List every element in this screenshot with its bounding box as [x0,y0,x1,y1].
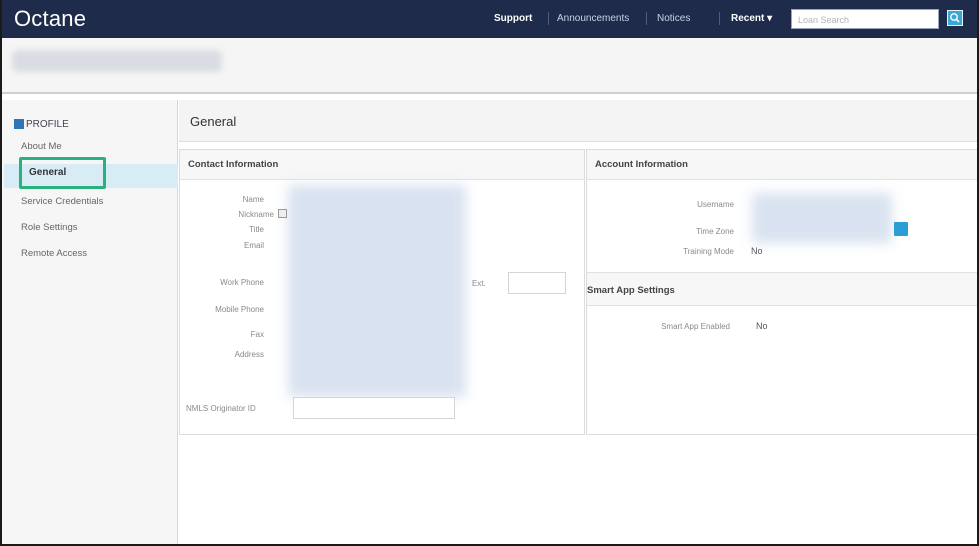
name-label: Name [242,195,264,204]
nav-divider [646,12,647,25]
smart-app-settings-header: Smart App Settings [587,272,977,306]
nav-divider [548,12,549,25]
search-button[interactable] [947,10,963,26]
panel-header: Contact Information [180,150,584,180]
contact-information-title: Contact Information [188,159,279,170]
notices-link[interactable]: Notices [657,13,690,24]
loan-search-input[interactable] [792,11,938,29]
email-label: Email [243,241,264,250]
redacted-account-values [752,193,892,243]
smart-app-enabled-label: Smart App Enabled [661,322,730,331]
app-window: Octane Support Announcements Notices Rec… [0,0,979,546]
redacted-user-banner [12,50,222,72]
profile-section-heading[interactable]: PROFILE [26,119,69,130]
ext-input[interactable] [509,273,565,293]
mobile-phone-label: Mobile Phone [215,305,264,314]
sidebar-item-about-me[interactable]: About Me [21,141,62,152]
nmls-originator-id-field[interactable] [293,397,455,419]
content-header [179,100,977,142]
app-logo[interactable]: Octane [14,6,86,32]
ext-label: Ext. [472,279,486,288]
title-label: Title [249,225,264,234]
sidebar-item-remote-access[interactable]: Remote Access [21,248,87,259]
redacted-contact-values [288,185,466,397]
sidebar-item-service-credentials[interactable]: Service Credentials [21,196,103,207]
panel-header: Account Information [587,150,977,180]
nmls-originator-id-input[interactable] [294,398,454,418]
username-label: Username [697,200,734,209]
smart-app-enabled-value: No [756,321,768,331]
page-title: General [190,114,237,129]
fax-label: Fax [250,330,264,339]
nickname-label: Nickname [238,210,274,219]
nav-divider [719,12,720,25]
work-phone-label: Work Phone [220,278,264,287]
support-link[interactable]: Support [494,13,532,24]
time-zone-label: Time Zone [696,227,734,236]
recent-dropdown[interactable]: Recent ▾ [731,13,772,24]
address-label: Address [234,350,264,359]
search-icon [950,13,960,23]
nickname-checkbox-icon[interactable] [278,209,287,218]
sidebar-item-role-settings[interactable]: Role Settings [21,222,78,233]
smart-app-settings-title: Smart App Settings [587,285,675,296]
training-mode-value: No [751,246,763,256]
top-navigation-bar: Octane Support Announcements Notices Rec… [2,0,977,38]
training-mode-label: Training Mode [683,247,734,256]
loan-search-field[interactable] [791,9,939,29]
collapse-square-icon[interactable] [14,119,24,129]
ext-field[interactable] [508,272,566,294]
account-information-title: Account Information [595,159,688,170]
nmls-originator-id-label: NMLS Originator ID [186,404,256,413]
time-zone-dropdown-button[interactable] [894,222,908,236]
announcements-link[interactable]: Announcements [557,13,629,24]
sidebar-item-general[interactable]: General [29,167,66,178]
